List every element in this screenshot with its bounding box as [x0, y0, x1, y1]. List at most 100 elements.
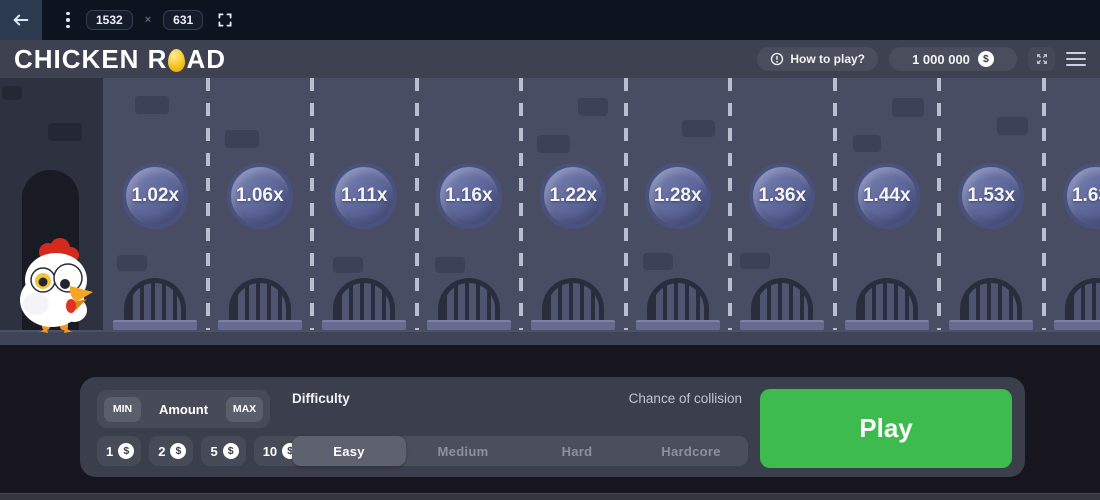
chip-value: 10 — [263, 444, 277, 459]
expand-arrows-icon — [1035, 52, 1049, 66]
sewer-grate-icon — [531, 278, 615, 330]
header-actions: How to play? 1 000 000 $ — [757, 47, 1086, 71]
kebab-menu-button[interactable] — [58, 0, 78, 40]
chicken-character[interactable] — [16, 238, 94, 333]
multiplier-label: 1.36x — [758, 185, 806, 207]
sewer-grate-icon — [949, 278, 1033, 330]
multiplier-label: 1.16x — [445, 185, 493, 207]
multiplier-disc[interactable]: 1.63x — [1063, 163, 1100, 229]
dimension-separator: × — [145, 14, 151, 26]
min-bet-button[interactable]: MIN — [104, 397, 141, 422]
lane-divider — [937, 78, 941, 330]
brick-decor — [682, 120, 715, 137]
viewport-height-field[interactable]: 631 — [163, 10, 203, 30]
multiplier-disc[interactable]: 1.44x — [854, 163, 920, 229]
game-header: CHICKEN RAD How to play? 1 000 000 $ — [0, 40, 1100, 78]
multiplier-disc[interactable]: 1.53x — [958, 163, 1024, 229]
lane-divider — [624, 78, 628, 330]
menu-icon — [1066, 52, 1086, 55]
chicken-road-app: 1532 × 631 CHICKEN RAD How to play? 1 00… — [0, 0, 1100, 500]
balance-value: 1 000 000 — [912, 52, 970, 67]
quick-bet-chips: 1 $ 2 $ 5 $ 10 $ — [97, 436, 305, 466]
brick-decor — [997, 117, 1028, 135]
tab-hardcore[interactable]: Hardcore — [634, 436, 748, 466]
lane-divider — [310, 78, 314, 330]
difficulty-tabs: Easy Medium Hard Hardcore — [292, 436, 748, 466]
how-to-play-button[interactable]: How to play? — [757, 47, 878, 71]
bet-chip-2[interactable]: 2 $ — [149, 436, 193, 466]
back-button[interactable] — [0, 0, 42, 40]
brick-decor — [892, 98, 924, 117]
brick-decor — [643, 253, 673, 270]
multiplier-disc[interactable]: 1.02x — [122, 163, 188, 229]
top-bar: 1532 × 631 — [0, 0, 1100, 40]
bet-chip-1[interactable]: 1 $ — [97, 436, 141, 466]
lane: 1.11x — [312, 78, 417, 345]
sewer-grate-icon — [322, 278, 406, 330]
bet-amount-box: MIN Amount MAX — [97, 390, 270, 428]
sewer-grate-icon — [1054, 278, 1100, 330]
multiplier-label: 1.28x — [654, 185, 702, 207]
multiplier-label: 1.53x — [967, 185, 1015, 207]
chance-of-collision-label: Chance of collision — [629, 391, 742, 406]
multiplier-disc[interactable]: 1.22x — [540, 163, 606, 229]
sewer-grate-icon — [845, 278, 929, 330]
fullscreen-button[interactable] — [217, 12, 233, 28]
lane-divider — [833, 78, 837, 330]
chip-value: 1 — [106, 444, 113, 459]
dollar-coin-icon: $ — [118, 443, 134, 459]
lane: 1.63x — [1044, 78, 1100, 345]
multiplier-disc[interactable]: 1.36x — [749, 163, 815, 229]
lane-divider — [1042, 78, 1046, 330]
multiplier-disc[interactable]: 1.06x — [227, 163, 293, 229]
amount-label: Amount — [141, 402, 226, 417]
sewer-grate-icon — [740, 278, 824, 330]
balance-display[interactable]: 1 000 000 $ — [889, 47, 1017, 71]
lane: 1.28x — [626, 78, 731, 345]
brick-decor — [225, 130, 259, 148]
control-panel: MIN Amount MAX 1 $ 2 $ 5 $ 10 — [80, 377, 1025, 477]
chicken-road-logo: CHICKEN RAD — [14, 44, 226, 75]
brick-decor — [48, 123, 82, 141]
multiplier-disc[interactable]: 1.16x — [436, 163, 502, 229]
tab-medium[interactable]: Medium — [406, 436, 520, 466]
game-area: 1.02x 1.06x 1.11x 1.16x 1.22x — [0, 78, 1100, 345]
chip-value: 2 — [158, 444, 165, 459]
play-button[interactable]: Play — [760, 389, 1012, 468]
kebab-vertical-icon — [66, 12, 70, 16]
dollar-coin-icon: $ — [170, 443, 186, 459]
sewer-grate-icon — [218, 278, 302, 330]
brick-decor — [2, 86, 22, 100]
expand-button[interactable] — [1028, 47, 1055, 71]
lane: 1.02x — [103, 78, 208, 345]
lane: 1.06x — [208, 78, 313, 345]
lane-divider — [206, 78, 210, 330]
difficulty-label: Difficulty — [292, 391, 350, 406]
brick-decor — [117, 255, 147, 271]
bottom-section: MIN Amount MAX 1 $ 2 $ 5 $ 10 — [0, 345, 1100, 500]
lane: 1.22x — [521, 78, 626, 345]
tab-easy[interactable]: Easy — [292, 436, 406, 466]
brick-decor — [537, 135, 570, 153]
menu-button[interactable] — [1066, 47, 1086, 71]
bet-chip-5[interactable]: 5 $ — [201, 436, 245, 466]
lane-divider — [728, 78, 732, 330]
multiplier-disc[interactable]: 1.11x — [331, 163, 397, 229]
info-circle-icon — [770, 52, 784, 66]
brick-decor — [135, 96, 169, 114]
multiplier-disc[interactable]: 1.28x — [645, 163, 711, 229]
viewport-width-field[interactable]: 1532 — [86, 10, 133, 30]
how-to-play-label: How to play? — [790, 52, 865, 66]
brick-decor — [740, 253, 770, 269]
max-bet-button[interactable]: MAX — [226, 397, 263, 422]
road-lanes: 1.02x 1.06x 1.11x 1.16x 1.22x — [103, 78, 1100, 345]
footer-strip — [0, 493, 1100, 500]
brick-decor — [853, 135, 881, 152]
lane: 1.44x — [835, 78, 940, 345]
lane-divider — [519, 78, 523, 330]
brick-decor — [578, 98, 608, 116]
multiplier-label: 1.11x — [341, 185, 388, 207]
tab-hard[interactable]: Hard — [520, 436, 634, 466]
sewer-grate-icon — [427, 278, 511, 330]
multiplier-label: 1.44x — [863, 185, 911, 207]
